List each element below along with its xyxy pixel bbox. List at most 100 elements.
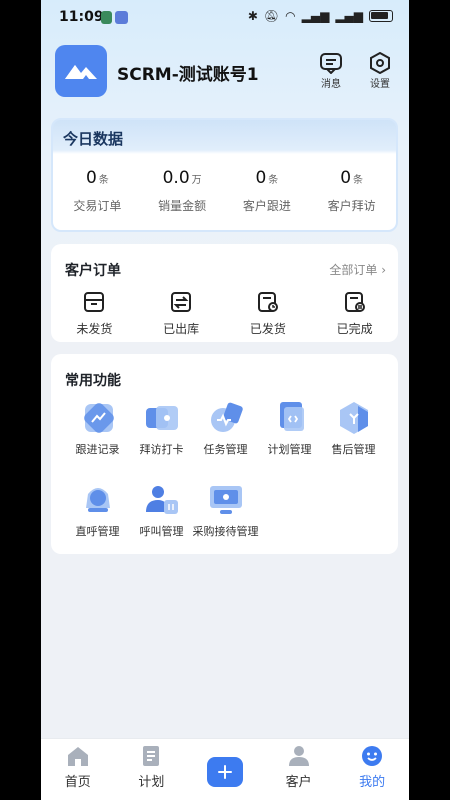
- notification-icon: [101, 11, 112, 24]
- order-shipped[interactable]: 已发货: [225, 290, 312, 337]
- stat-unit: 万: [191, 175, 202, 186]
- wifi-icon: ◠: [285, 9, 296, 23]
- nav-home[interactable]: 首页: [41, 739, 115, 800]
- stat-value: 0: [85, 168, 97, 188]
- stat-customer-visit[interactable]: 0条 客户拜访: [309, 154, 394, 226]
- add-icon: [206, 757, 243, 787]
- logo-mountains-icon: [65, 65, 97, 79]
- app-notification-icon: [115, 11, 128, 24]
- func-plan-management[interactable]: 计划管理: [255, 398, 324, 457]
- unshipped-icon: [84, 292, 105, 312]
- after-sales-icon: [334, 398, 374, 438]
- nav-profile[interactable]: 我的: [335, 739, 409, 800]
- func-visit-checkin[interactable]: 拜访打卡: [127, 398, 196, 457]
- nav-label: 首页: [64, 775, 91, 790]
- func-label: 跟进记录: [75, 443, 120, 456]
- stat-value: 0: [255, 168, 267, 188]
- mute-icon: 🔕︎: [263, 9, 280, 23]
- outbound-icon: [171, 292, 192, 312]
- settings-hex-icon: [370, 52, 390, 74]
- customer-orders-card: 客户订单 全部订单 › 未发货 已出库 已发货 已完成: [51, 244, 398, 342]
- app-screen: 11:09 ✱ 🔕︎ ◠ ▂▄▆ ▂▄▆ SCRM-测试账号1 消息 设置 今日…: [41, 0, 409, 800]
- stat-label: 客户拜访: [327, 199, 376, 213]
- order-outbound[interactable]: 已出库: [138, 290, 225, 337]
- func-label: 售后管理: [331, 443, 376, 456]
- nav-label: 客户: [285, 775, 312, 790]
- stat-customer-follow[interactable]: 0条 客户跟进: [225, 154, 310, 226]
- stat-sales-amount[interactable]: 0.0 万 销量金额: [140, 154, 225, 226]
- today-data-card: 今日数据 0条 交易订单 0.0 万 销量金额 0条 客户跟进 0条 客户拜访: [51, 118, 398, 232]
- follow-record-icon: [78, 398, 118, 438]
- task-management-icon: [206, 398, 246, 438]
- purchase-reception-icon: [206, 480, 246, 520]
- today-stats: 0条 交易订单 0.0 万 销量金额 0条 客户跟进 0条 客户拜访: [55, 154, 394, 226]
- signal-icon: ▂▄▆: [301, 9, 330, 23]
- messages-button[interactable]: 消息: [311, 52, 351, 90]
- order-item-label: 未发货: [76, 322, 113, 336]
- settings-button[interactable]: 设置: [360, 52, 400, 90]
- all-orders-label: 全部订单: [329, 263, 378, 277]
- stat-label: 交易订单: [73, 199, 122, 213]
- all-orders-link[interactable]: 全部订单 ›: [329, 261, 386, 278]
- stat-label: 客户跟进: [242, 199, 291, 213]
- call-management-icon: [142, 480, 182, 520]
- stat-value: 0.0: [162, 168, 190, 188]
- func-call-management[interactable]: 呼叫管理: [127, 480, 196, 539]
- plan-management-icon: [270, 398, 310, 438]
- customer-icon: [288, 746, 309, 766]
- visit-checkin-icon: [142, 398, 182, 438]
- plan-icon: [143, 746, 160, 766]
- stat-label: 销量金额: [158, 199, 207, 213]
- order-item-label: 已发货: [249, 322, 286, 336]
- battery-icon: [369, 10, 393, 22]
- stat-unit: 条: [268, 175, 279, 186]
- func-direct-call[interactable]: 直呼管理: [63, 480, 132, 539]
- app-logo: [55, 45, 107, 97]
- status-icons: ✱ 🔕︎ ◠ ▂▄▆ ▂▄▆: [248, 9, 393, 23]
- func-task-management[interactable]: 任务管理: [191, 398, 260, 457]
- func-label: 计划管理: [267, 443, 312, 456]
- func-follow-record[interactable]: 跟进记录: [63, 398, 132, 457]
- header: SCRM-测试账号1 消息 设置: [41, 40, 409, 102]
- nav-plan[interactable]: 计划: [115, 739, 189, 800]
- bluetooth-icon: ✱: [247, 9, 258, 23]
- order-completed[interactable]: 已完成: [311, 290, 398, 337]
- profile-icon: [362, 746, 383, 766]
- nav-label: 计划: [138, 775, 165, 790]
- stat-unit: 条: [353, 175, 364, 186]
- status-bar: 11:09 ✱ 🔕︎ ◠ ▂▄▆ ▂▄▆: [41, 0, 409, 34]
- messages-label: 消息: [321, 79, 341, 90]
- func-purchase-reception[interactable]: 采购接待管理: [191, 480, 260, 539]
- func-label: 采购接待管理: [192, 525, 259, 538]
- func-after-sales[interactable]: 售后管理: [319, 398, 388, 457]
- shipped-icon: [257, 292, 278, 312]
- stat-trade-orders[interactable]: 0条 交易订单: [55, 154, 140, 226]
- nav-add[interactable]: [188, 739, 262, 800]
- functions-title: 常用功能: [65, 373, 121, 389]
- order-item-label: 已出库: [163, 322, 200, 336]
- status-time: 11:09: [59, 9, 104, 25]
- order-unshipped[interactable]: 未发货: [51, 290, 138, 337]
- home-icon: [67, 747, 88, 766]
- order-item-label: 已完成: [336, 322, 373, 336]
- settings-label: 设置: [370, 79, 390, 90]
- stat-unit: 条: [98, 175, 109, 186]
- order-status-row: 未发货 已出库 已发货 已完成: [51, 290, 398, 337]
- chevron-right-icon: ›: [381, 263, 386, 277]
- common-functions-card: 常用功能 跟进记录 拜访打卡 任务管理 计划管理 售后管理 直呼管理 呼叫管理 …: [51, 354, 398, 554]
- app-title: SCRM-测试账号1: [117, 65, 259, 85]
- today-title: 今日数据: [63, 130, 124, 148]
- func-label: 拜访打卡: [139, 443, 184, 456]
- func-label: 呼叫管理: [139, 525, 184, 538]
- nav-customer[interactable]: 客户: [262, 739, 336, 800]
- completed-icon: [344, 292, 365, 312]
- nav-label: 我的: [359, 775, 386, 790]
- bottom-nav: 首页 计划 客户 我的: [41, 738, 409, 800]
- func-label: 直呼管理: [75, 525, 120, 538]
- signal-icon-2: ▂▄▆: [335, 9, 363, 23]
- func-label: 任务管理: [203, 443, 248, 456]
- orders-title: 客户订单: [65, 263, 121, 279]
- stat-value: 0: [340, 168, 352, 188]
- message-icon: [320, 53, 342, 74]
- direct-call-icon: [78, 480, 118, 520]
